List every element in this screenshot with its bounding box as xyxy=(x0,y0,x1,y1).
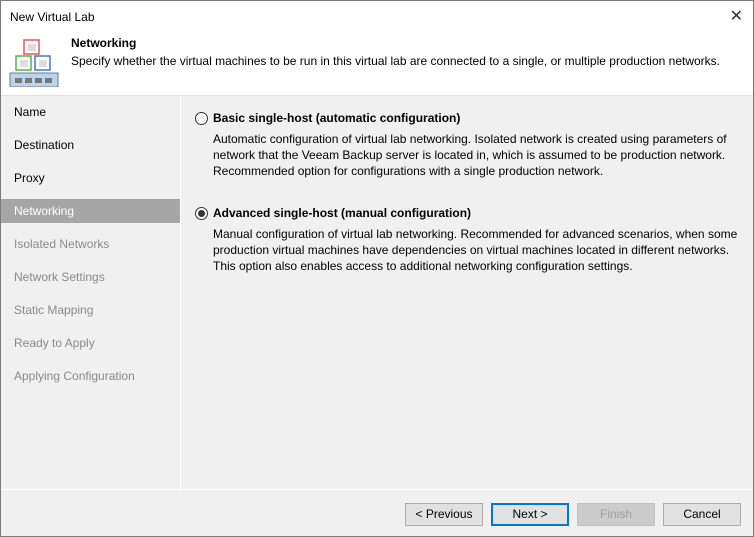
title-bar: New Virtual Lab ✕ xyxy=(1,1,753,32)
advanced-description: Manual configuration of virtual lab netw… xyxy=(213,227,738,273)
step-applying-configuration: Applying Configuration xyxy=(14,369,135,383)
step-destination[interactable]: Destination xyxy=(1,129,180,162)
advanced-radio[interactable] xyxy=(195,207,208,220)
step-static-mapping: Static Mapping xyxy=(14,303,94,317)
footer: < Previous Next > Finish Cancel xyxy=(1,489,753,536)
previous-button[interactable]: < Previous xyxy=(405,503,483,526)
window-title: New Virtual Lab xyxy=(10,10,95,24)
step-networking[interactable]: Networking xyxy=(1,199,180,223)
wizard-header: Networking Specify whether the virtual m… xyxy=(1,32,753,96)
wizard-window: New Virtual Lab ✕ Networking Specify whe… xyxy=(0,0,754,537)
step-name[interactable]: Name xyxy=(1,96,180,129)
step-ready-to-apply: Ready to Apply xyxy=(14,336,95,350)
close-icon[interactable]: ✕ xyxy=(730,6,743,26)
wizard-steps: Name Destination Proxy Networking Isolat… xyxy=(1,96,181,489)
step-proxy[interactable]: Proxy xyxy=(1,162,180,195)
next-button[interactable]: Next > xyxy=(491,503,569,526)
page-title: Networking xyxy=(71,36,137,50)
advanced-label[interactable]: Advanced single-host (manual configurati… xyxy=(213,206,471,220)
cancel-button[interactable]: Cancel xyxy=(663,503,741,526)
basic-label[interactable]: Basic single-host (automatic configurati… xyxy=(213,111,460,125)
page-description: Specify whether the virtual machines to … xyxy=(71,54,721,68)
basic-radio[interactable] xyxy=(195,112,208,125)
basic-description: Automatic configuration of virtual lab n… xyxy=(213,132,727,178)
step-network-settings: Network Settings xyxy=(14,270,105,284)
step-isolated-networks: Isolated Networks xyxy=(14,237,110,251)
virtual-lab-icon xyxy=(9,39,59,87)
finish-button: Finish xyxy=(577,503,655,526)
main-panel: Basic single-host (automatic configurati… xyxy=(182,96,753,489)
